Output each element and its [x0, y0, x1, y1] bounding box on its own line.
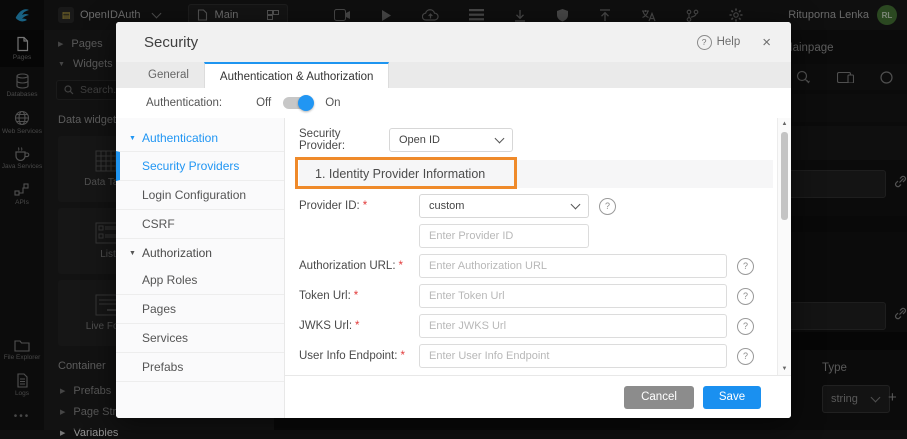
dialog-tabs: General Authentication & Authorization	[116, 62, 791, 89]
authorization-url-input[interactable]	[419, 254, 727, 278]
security-provider-value: Open ID	[399, 134, 440, 146]
help-label: Help	[717, 36, 741, 48]
token-url-label: Token Url:*	[299, 290, 419, 302]
dialog-footer: Cancel Save	[285, 376, 791, 418]
user-info-endpoint-input[interactable]	[419, 344, 727, 368]
scroll-down-icon[interactable]: ▼	[782, 363, 788, 375]
provider-form: Security Provider: Open ID 1. Identity P…	[285, 118, 791, 376]
token-url-row: Token Url:* ?	[299, 284, 761, 308]
tab-general[interactable]: General	[133, 62, 204, 88]
field-label-text: Authorization URL:	[299, 260, 396, 272]
nav-group-authentication[interactable]: ▼ Authentication	[116, 124, 284, 151]
nav-item-app-roles[interactable]: App Roles	[116, 266, 284, 295]
help-circle-icon[interactable]: ?	[737, 318, 754, 335]
security-provider-row: Security Provider: Open ID	[299, 128, 761, 152]
nav-group-label: Authorization	[142, 246, 212, 260]
security-dialog: Security ? Help × General Authentication…	[116, 22, 791, 418]
help-circle-icon[interactable]: ?	[737, 288, 754, 305]
help-circle-icon[interactable]: ?	[737, 348, 754, 365]
scrollbar-thumb[interactable]	[781, 132, 788, 220]
expanded-arrow-icon: ▼	[129, 250, 136, 257]
dialog-header: Security ? Help ×	[116, 22, 791, 63]
field-label-text: Token Url:	[299, 290, 351, 302]
authentication-switch[interactable]	[283, 97, 313, 109]
toggle-on-label: On	[325, 97, 340, 109]
authorization-url-row: Authorization URL:* ?	[299, 254, 761, 278]
required-asterisk: *	[399, 260, 403, 272]
help-button[interactable]: ? Help	[697, 35, 741, 50]
collapsed-arrow-icon: ▶	[60, 429, 65, 437]
cancel-button[interactable]: Cancel	[624, 386, 694, 409]
jwks-url-input[interactable]	[419, 314, 727, 338]
authentication-toggle-row: Authentication: Off On	[116, 88, 791, 118]
provider-id-select[interactable]: custom	[419, 194, 589, 218]
security-provider-select[interactable]: Open ID	[389, 128, 513, 152]
nav-item-security-providers[interactable]: Security Providers	[116, 151, 284, 181]
required-asterisk: *	[355, 320, 359, 332]
provider-id-value: custom	[429, 200, 464, 212]
section-title: 1. Identity Provider Information	[299, 167, 485, 181]
jwks-url-row: JWKS Url:* ?	[299, 314, 761, 338]
provider-id-label: Provider ID:*	[299, 200, 419, 212]
field-label-text: Provider ID:	[299, 200, 360, 212]
switch-knob	[298, 95, 314, 111]
nav-item-login-configuration[interactable]: Login Configuration	[116, 181, 284, 210]
form-scrollbar[interactable]: ▲ ▼	[777, 118, 791, 375]
chevron-down-icon	[495, 134, 505, 144]
nav-item-pages[interactable]: Pages	[116, 295, 284, 324]
nav-group-authorization[interactable]: ▼ Authorization	[116, 239, 284, 266]
help-question-icon: ?	[697, 35, 712, 50]
close-icon[interactable]: ×	[762, 35, 771, 50]
identity-provider-section-header: 1. Identity Provider Information	[299, 160, 773, 188]
authorization-url-label: Authorization URL:*	[299, 260, 419, 272]
provider-id-row: Provider ID:* custom ?	[299, 194, 761, 218]
nav-item-csrf[interactable]: CSRF	[116, 210, 284, 239]
nav-item-prefabs[interactable]: Prefabs	[116, 353, 284, 382]
field-label-text: User Info Endpoint:	[299, 350, 397, 362]
jwks-url-label: JWKS Url:*	[299, 320, 419, 332]
required-asterisk: *	[400, 350, 404, 362]
required-asterisk: *	[354, 290, 358, 302]
nav-group-label: Authentication	[142, 131, 218, 145]
nav-item-services[interactable]: Services	[116, 324, 284, 353]
field-label-text: JWKS Url:	[299, 320, 352, 332]
help-circle-icon[interactable]: ?	[737, 258, 754, 275]
security-nav: ▼ Authentication Security Providers Logi…	[116, 118, 285, 418]
scroll-up-icon[interactable]: ▲	[782, 118, 788, 130]
provider-id-input-row	[299, 224, 761, 248]
save-button[interactable]: Save	[703, 386, 761, 409]
security-provider-label: Security Provider:	[299, 128, 389, 152]
user-info-endpoint-label: User Info Endpoint:*	[299, 350, 419, 362]
expanded-arrow-icon: ▼	[129, 135, 136, 142]
chevron-down-icon	[571, 200, 581, 210]
toggle-off-label: Off	[256, 97, 271, 109]
user-info-endpoint-row: User Info Endpoint:* ?	[299, 344, 761, 368]
required-asterisk: *	[363, 200, 367, 212]
authentication-label: Authentication:	[146, 97, 222, 109]
help-circle-icon[interactable]: ?	[599, 198, 616, 215]
tab-authentication-authorization[interactable]: Authentication & Authorization	[204, 62, 389, 89]
provider-id-input[interactable]	[419, 224, 589, 248]
dialog-title: Security	[144, 34, 198, 51]
token-url-input[interactable]	[419, 284, 727, 308]
